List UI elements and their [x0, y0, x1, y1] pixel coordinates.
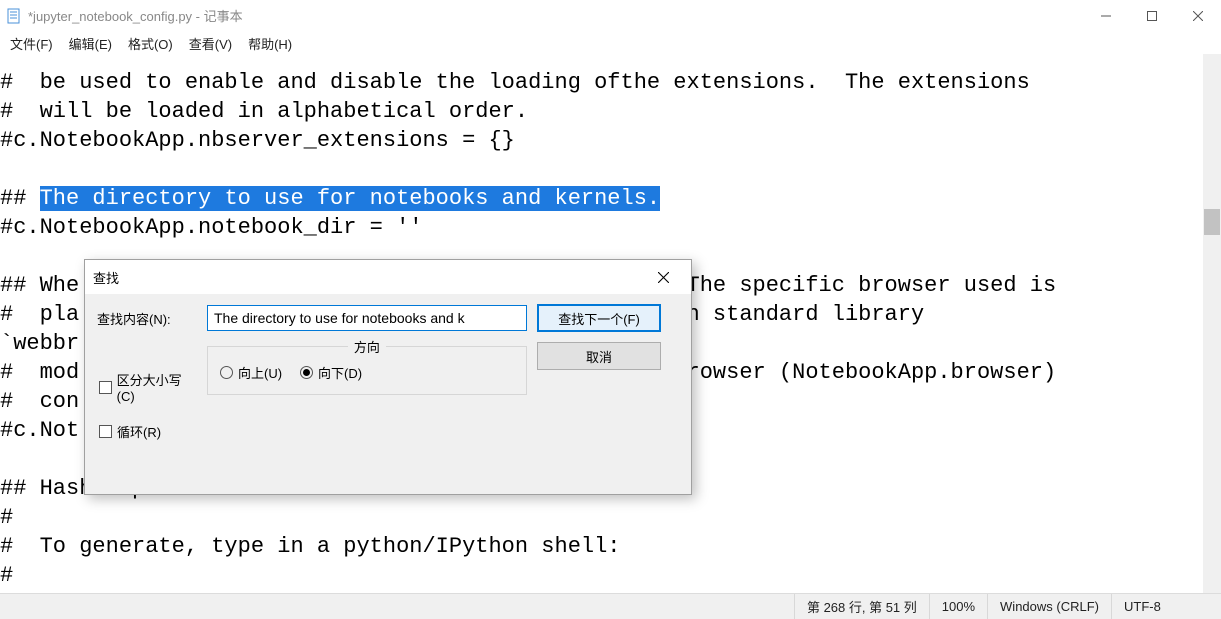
match-case-checkbox[interactable]: 区分大小写(C) — [99, 370, 197, 404]
text-line: # To generate, type in a python/IPython … — [0, 534, 621, 559]
menu-file[interactable]: 文件(F) — [8, 33, 55, 54]
radio-icon — [300, 366, 313, 379]
direction-group: 方向 向上(U) 向下(D) — [207, 346, 527, 395]
text-line: # con — [0, 389, 79, 414]
title-bar: *jupyter_notebook_config.py - 记事本 — [0, 0, 1221, 32]
text-line: #c.Not — [0, 418, 79, 443]
text-line: # — [0, 563, 13, 588]
checkbox-icon — [99, 425, 112, 438]
menu-help[interactable]: 帮助(H) — [246, 33, 294, 54]
wrap-label: 循环(R) — [117, 422, 161, 441]
text-line: # — [0, 505, 13, 530]
find-cancel-button[interactable]: 取消 — [537, 342, 661, 370]
menu-bar: 文件(F) 编辑(E) 格式(O) 查看(V) 帮助(H) — [0, 32, 1221, 54]
close-button[interactable] — [1175, 0, 1221, 32]
notepad-icon — [6, 8, 22, 24]
direction-legend: 方向 — [348, 337, 386, 356]
scrollbar-thumb[interactable] — [1204, 209, 1220, 235]
find-dialog: 查找 查找内容(N): 查找下一个(F) 区分大小写(C) 循环(R) 方向 — [84, 259, 692, 495]
direction-up-label: 向上(U) — [238, 363, 282, 382]
highlighted-text: The directory to use for notebooks and k… — [40, 186, 661, 211]
radio-icon — [220, 366, 233, 379]
maximize-button[interactable] — [1129, 0, 1175, 32]
menu-view[interactable]: 查看(V) — [187, 33, 234, 54]
direction-down-label: 向下(D) — [318, 363, 362, 382]
vertical-scrollbar[interactable] — [1203, 54, 1221, 593]
text-line: #c.NotebookApp.notebook_dir = '' — [0, 215, 422, 240]
direction-down-radio[interactable]: 向下(D) — [300, 363, 362, 382]
find-close-button[interactable] — [643, 262, 683, 292]
status-line-ending: Windows (CRLF) — [987, 594, 1111, 619]
minimize-button[interactable] — [1083, 0, 1129, 32]
wrap-checkbox[interactable]: 循环(R) — [99, 422, 197, 441]
text-line: # be used to enable and disable the load… — [0, 70, 1030, 95]
find-next-button[interactable]: 查找下一个(F) — [537, 304, 661, 332]
status-zoom: 100% — [929, 594, 987, 619]
status-position: 第 268 行, 第 51 列 — [794, 594, 929, 619]
match-case-label: 区分大小写(C) — [117, 370, 197, 404]
text-line: `webbr — [0, 331, 79, 356]
find-dialog-title: 查找 — [93, 268, 119, 287]
direction-up-radio[interactable]: 向上(U) — [220, 363, 282, 382]
text-line: #c.NotebookApp.nbserver_extensions = {} — [0, 128, 515, 153]
checkbox-icon — [99, 381, 112, 394]
window-title: *jupyter_notebook_config.py - 记事本 — [28, 6, 243, 25]
find-input[interactable] — [207, 305, 527, 331]
menu-format[interactable]: 格式(O) — [126, 33, 175, 54]
find-what-label: 查找内容(N): — [97, 309, 171, 328]
menu-edit[interactable]: 编辑(E) — [67, 33, 114, 54]
text-line: ## The directory to use for notebooks an… — [0, 186, 660, 211]
find-dialog-titlebar: 查找 — [85, 260, 691, 294]
status-encoding: UTF-8 — [1111, 594, 1221, 619]
status-bar: 第 268 行, 第 51 列 100% Windows (CRLF) UTF-… — [0, 593, 1221, 619]
text-line: # will be loaded in alphabetical order. — [0, 99, 528, 124]
